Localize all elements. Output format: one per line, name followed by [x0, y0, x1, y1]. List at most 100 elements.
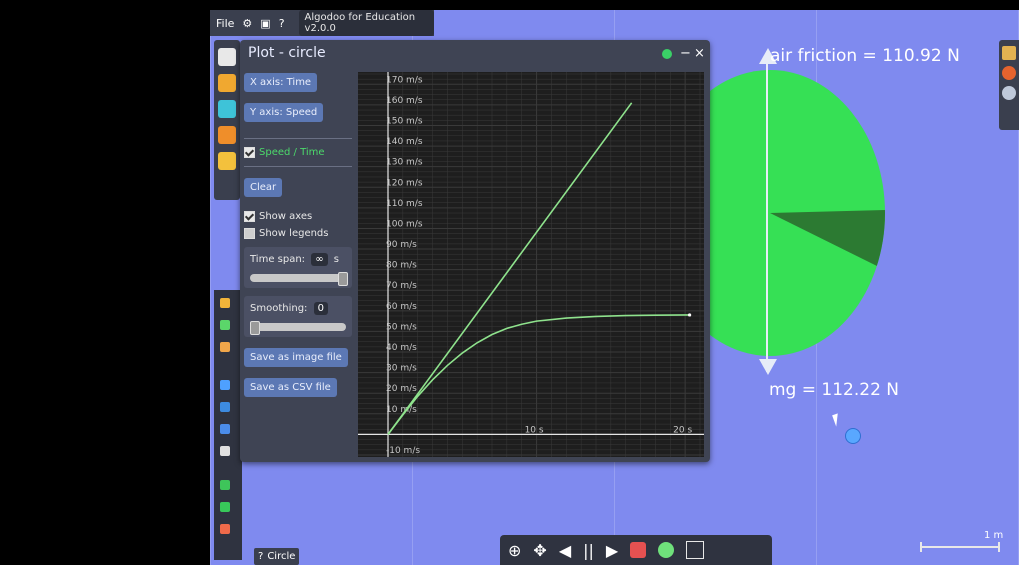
hand-tool-icon[interactable] — [220, 402, 230, 412]
y-tick-label: 130 m/s — [386, 158, 423, 168]
x-tick-label: 10 s — [525, 425, 544, 435]
small-ball[interactable] — [845, 428, 861, 444]
show-axes-checkbox[interactable] — [244, 211, 255, 222]
smoothing-group: Smoothing: 0 — [244, 296, 352, 337]
x-axis-button[interactable]: X axis: Time — [244, 73, 318, 92]
gravity-arrow — [759, 359, 777, 375]
speed-time-row[interactable]: Speed / Time — [244, 147, 352, 158]
scale-right-tick — [998, 542, 1000, 552]
y-tick-label: 140 m/s — [386, 137, 423, 147]
folder-icon[interactable] — [218, 74, 236, 92]
scale-label: 1 m — [984, 530, 1004, 541]
image-icon[interactable] — [218, 126, 236, 144]
smoothing-slider[interactable] — [250, 321, 346, 335]
save-image-button[interactable]: Save as image file — [244, 348, 348, 367]
box-tool-icon[interactable] — [220, 424, 230, 434]
show-axes-row[interactable]: Show axes — [244, 211, 352, 222]
laser-tool-icon[interactable] — [220, 524, 230, 534]
scene-icon[interactable] — [218, 100, 236, 118]
air-friction-label: air friction = 110.92 N — [770, 46, 960, 66]
file-menu[interactable]: File — [216, 17, 234, 30]
minimize-button[interactable]: − — [680, 46, 691, 61]
y-tick-label: 100 m/s — [386, 219, 423, 229]
spring-tool-icon[interactable] — [220, 480, 230, 490]
help-icon[interactable]: ? — [279, 17, 285, 30]
show-axes-label: Show axes — [259, 211, 313, 222]
sketch-tool-icon[interactable] — [220, 298, 230, 308]
top-menu-bar: File ⚙ ▣ ? Algodoo for Education v2.0.0 — [210, 10, 434, 36]
gear-tool-icon[interactable] — [220, 502, 230, 512]
time-span-slider-knob[interactable] — [338, 272, 348, 286]
series-end-point — [688, 313, 692, 317]
plot-title: Plot - circle — [248, 45, 326, 61]
time-span-slider[interactable] — [250, 272, 348, 286]
scale-left-tick — [920, 542, 922, 552]
move-icon[interactable]: ✥ — [533, 541, 546, 560]
plot-window[interactable]: Plot - circle − × X axis: Time Y axis: S… — [240, 40, 710, 462]
divider — [244, 138, 352, 139]
export-icon[interactable] — [218, 152, 236, 170]
y-tick-label: 10 m/s — [386, 405, 417, 415]
scale-indicator: 1 m — [920, 530, 1010, 556]
badge-help-icon[interactable]: ? — [258, 551, 263, 562]
y-tick-label: 120 m/s — [386, 178, 423, 188]
settings-icon[interactable]: ⚙ — [242, 17, 252, 30]
rotate-tool-icon[interactable] — [220, 342, 230, 352]
prev-icon[interactable]: ◀ — [559, 541, 571, 560]
y-tick-label: 60 m/s — [386, 302, 417, 312]
speed-time-checkbox[interactable] — [244, 147, 255, 158]
y-axis-button[interactable]: Y axis: Speed — [244, 103, 324, 122]
options-icon[interactable] — [1002, 86, 1016, 100]
y-tick-label: 90 m/s — [386, 240, 417, 250]
y-tick-label: 150 m/s — [386, 116, 423, 126]
plot-chart-svg: 170 m/s 160 m/s 150 m/s 140 m/s 130 m/s 120 m… — [358, 72, 704, 457]
plane-tool-icon[interactable] — [220, 446, 230, 456]
smoothing-label: Smoothing: — [250, 303, 308, 314]
divider — [244, 166, 352, 167]
right-dock — [999, 40, 1019, 130]
plot-header: Plot - circle − × — [240, 40, 710, 66]
next-icon[interactable]: ▶ — [606, 541, 618, 560]
smoothing-slider-knob[interactable] — [250, 321, 260, 335]
bottom-toolbar: ⊕ ✥ ◀ || ▶ — [500, 535, 772, 565]
status-dot-icon — [662, 49, 672, 59]
circle-wedge — [770, 210, 885, 270]
y-tick-label: 70 m/s — [386, 281, 417, 291]
grid-toggle-icon[interactable] — [686, 541, 705, 559]
tool-dock — [214, 290, 242, 560]
force-vector-line — [766, 60, 768, 372]
y-tick-label: 160 m/s — [386, 96, 423, 106]
y-tick-label: 40 m/s — [386, 343, 417, 353]
show-legends-row[interactable]: Show legends — [244, 228, 352, 239]
time-span-label: Time span: — [250, 254, 306, 265]
layers-icon[interactable] — [1002, 46, 1016, 60]
speed-time-label: Speed / Time — [259, 147, 325, 158]
show-legends-checkbox[interactable] — [244, 228, 255, 239]
show-legends-label: Show legends — [259, 228, 329, 239]
y-tick-label: 30 m/s — [386, 364, 417, 374]
smoothing-field[interactable]: 0 — [313, 302, 328, 315]
move-tool-icon[interactable] — [220, 320, 230, 330]
plot-area[interactable]: 170 m/s 160 m/s 150 m/s 140 m/s 130 m/s 120 m… — [358, 72, 704, 457]
scale-bar — [920, 546, 1000, 548]
air-toggle-icon[interactable] — [658, 542, 675, 558]
y-tick-label: 50 m/s — [386, 322, 417, 332]
time-span-group: Time span: ∞ s — [244, 247, 352, 288]
y-tick-label: 80 m/s — [386, 261, 417, 271]
drag-tool-icon[interactable] — [220, 380, 230, 390]
close-button[interactable]: × — [694, 46, 705, 61]
y-tick-label: 170 m/s — [386, 75, 423, 85]
y-tick-label: -10 m/s — [386, 446, 420, 456]
clear-button[interactable]: Clear — [244, 178, 283, 197]
y-tick-label: 110 m/s — [386, 199, 423, 209]
y-tick-label: 20 m/s — [386, 384, 417, 394]
time-span-field[interactable]: ∞ — [311, 253, 328, 266]
toolbox-icon[interactable] — [218, 48, 236, 66]
pause-icon[interactable]: || — [583, 541, 594, 560]
zoom-icon[interactable]: ⊕ — [508, 541, 521, 560]
plot-sidebar: X axis: Time Y axis: Speed Speed / Time … — [244, 70, 352, 405]
palette-icon[interactable] — [1002, 66, 1016, 80]
save-csv-button[interactable]: Save as CSV file — [244, 378, 337, 397]
save-icon[interactable]: ▣ — [260, 17, 270, 30]
gravity-toggle-icon[interactable] — [630, 542, 647, 558]
